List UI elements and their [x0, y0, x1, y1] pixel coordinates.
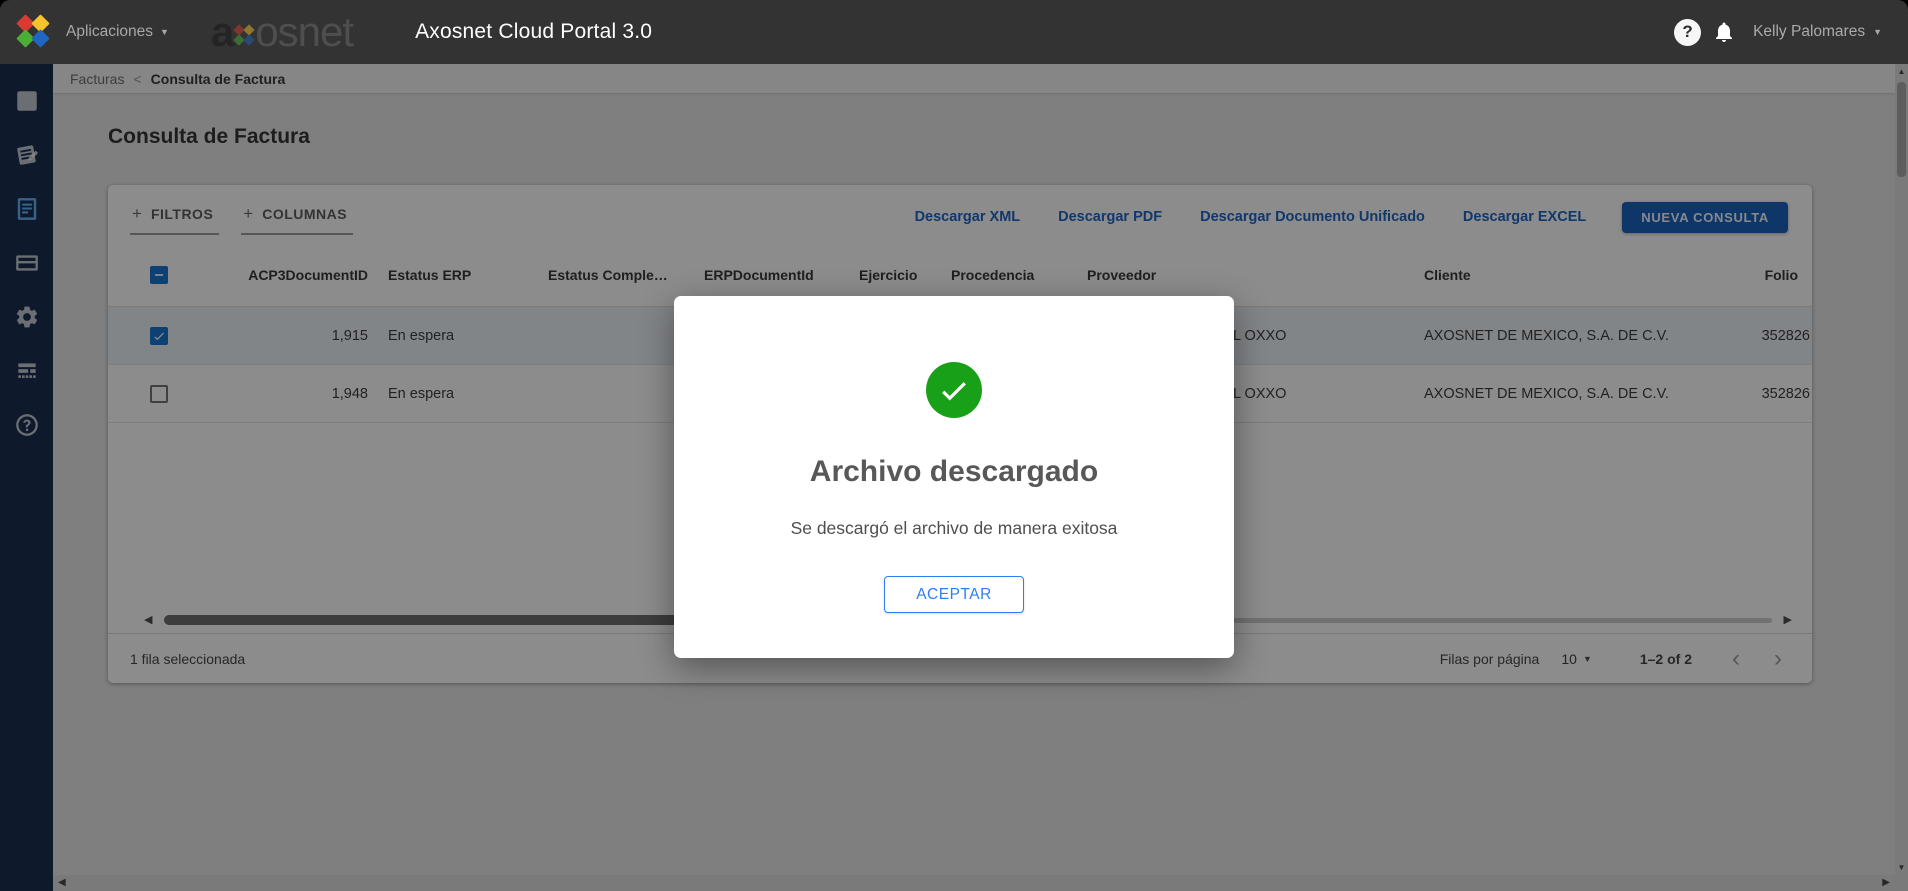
- applications-menu[interactable]: Aplicaciones ▼: [66, 23, 169, 41]
- portal-title: Axosnet Cloud Portal 3.0: [415, 20, 652, 44]
- accept-button[interactable]: ACEPTAR: [884, 576, 1024, 613]
- axosnet-logo-icon: [16, 15, 50, 49]
- dialog-message: Se descargó el archivo de manera exitosa: [674, 518, 1234, 539]
- user-name: Kelly Palomares: [1753, 23, 1865, 41]
- download-success-dialog: Archivo descargado Se descargó el archiv…: [674, 296, 1234, 658]
- top-navbar: Aplicaciones ▼ a osnet Axosnet Cloud Por…: [0, 0, 1908, 64]
- notifications-bell-icon[interactable]: [1712, 20, 1736, 44]
- help-icon[interactable]: ?: [1674, 19, 1701, 46]
- axosnet-diamond-icon: [234, 25, 254, 45]
- applications-menu-label: Aplicaciones: [66, 23, 153, 41]
- chevron-down-icon: ▼: [160, 27, 169, 37]
- user-menu[interactable]: Kelly Palomares ▼: [1753, 23, 1882, 41]
- chevron-down-icon: ▼: [1873, 27, 1882, 37]
- dialog-title: Archivo descargado: [674, 455, 1234, 489]
- axosnet-brand-watermark: a osnet: [211, 8, 353, 56]
- success-check-icon: [926, 362, 982, 418]
- application-window: Aplicaciones ▼ a osnet Axosnet Cloud Por…: [0, 0, 1908, 891]
